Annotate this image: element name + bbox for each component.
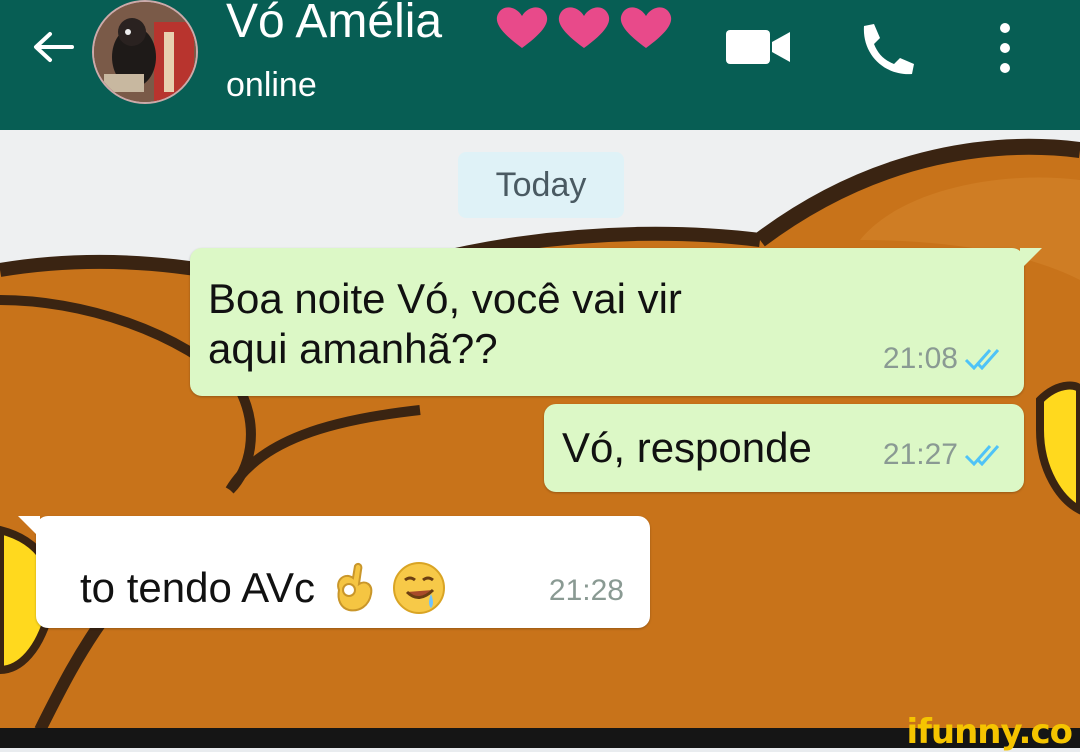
message-text-row: to tendo AVc — [80, 560, 447, 616]
message-text-line: Boa noite Vó, você vai vir — [208, 275, 682, 322]
heart-icon — [620, 7, 672, 49]
message-time: 21:27 — [882, 438, 958, 471]
phone-call-icon[interactable] — [854, 20, 918, 78]
message-text: Boa noite Vó, você vai vir aqui amanhã?? — [208, 274, 828, 374]
incoming-message[interactable]: to tendo AVc 21:28 — [18, 516, 650, 628]
ok-hand-icon — [337, 562, 373, 612]
double-check-read-icon — [964, 349, 1000, 370]
double-check-read-icon — [964, 445, 1000, 466]
message-meta: 21:27 — [883, 438, 1008, 472]
bubble-tail — [18, 516, 40, 538]
contact-status: online — [226, 66, 317, 104]
message-meta: 21:28 — [549, 574, 624, 608]
date-separator: Today — [458, 152, 624, 218]
message-meta: 21:08 — [883, 342, 1008, 376]
message-time: 21:08 — [882, 342, 958, 375]
watermark-logo: ifunny.co — [906, 712, 1073, 752]
hearts-emoji-group — [496, 7, 672, 49]
message-time: 21:28 — [548, 574, 624, 607]
drooling-face-icon — [393, 562, 446, 614]
bubble-tail — [1020, 248, 1042, 270]
contact-name[interactable]: Vó Amélia — [226, 0, 442, 49]
chat-header: Vó Amélia online — [0, 0, 1080, 130]
outgoing-message[interactable]: Vó, responde 21:27 — [544, 404, 1024, 492]
outgoing-message[interactable]: Boa noite Vó, você vai vir aqui amanhã??… — [190, 248, 1042, 396]
back-arrow-icon[interactable] — [28, 22, 78, 72]
message-text: Vó, responde — [562, 424, 812, 471]
message-text: to tendo AVc — [80, 564, 316, 611]
contact-avatar[interactable] — [92, 0, 198, 104]
video-call-icon[interactable] — [722, 22, 794, 72]
more-options-icon[interactable] — [990, 18, 1020, 78]
heart-icon — [558, 7, 610, 49]
message-text-line: aqui amanhã?? — [208, 325, 498, 372]
heart-icon — [496, 7, 548, 49]
